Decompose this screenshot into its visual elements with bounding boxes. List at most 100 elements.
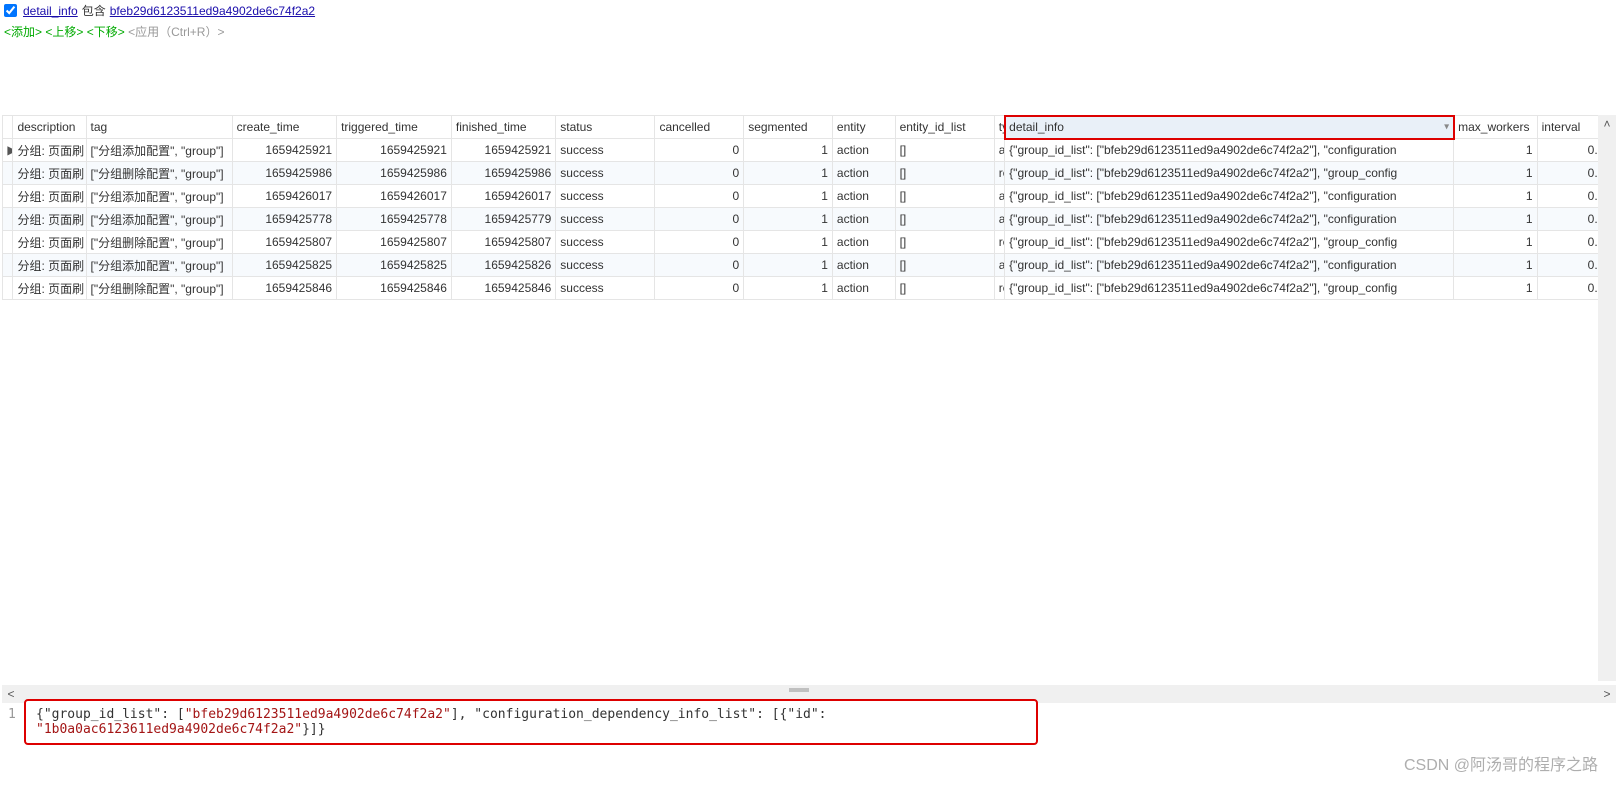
cell-tag[interactable]: ["分组删除配置", "group"] <box>86 162 232 185</box>
cell-entity[interactable]: action <box>832 231 895 254</box>
cell-status[interactable]: success <box>556 277 655 300</box>
cell-cancelled[interactable]: 0 <box>655 162 744 185</box>
cell-triggered_time[interactable]: 1659426017 <box>337 185 452 208</box>
cell-entity[interactable]: action <box>832 277 895 300</box>
cell-tag[interactable]: ["分组添加配置", "group"] <box>86 185 232 208</box>
cell-tag[interactable]: ["分组添加配置", "group"] <box>86 208 232 231</box>
cell-ptr[interactable] <box>3 231 13 254</box>
cell-create_time[interactable]: 1659425921 <box>232 139 336 162</box>
cell-description[interactable]: 分组: 页面刷 <box>13 231 86 254</box>
cell-create_time[interactable]: 1659425807 <box>232 231 336 254</box>
cell-entity_id_list[interactable]: [] <box>895 185 994 208</box>
apply-action[interactable]: <应用（Ctrl+R）> <box>128 25 224 39</box>
cell-type_col[interactable]: ad <box>994 254 1004 277</box>
cell-max_workers[interactable]: 1 <box>1454 277 1538 300</box>
cell-segmented[interactable]: 1 <box>744 162 833 185</box>
cell-cancelled[interactable]: 0 <box>655 185 744 208</box>
column-header-segmented[interactable]: segmented <box>744 116 833 139</box>
cell-tag[interactable]: ["分组删除配置", "group"] <box>86 231 232 254</box>
cell-type_col[interactable]: ad <box>994 185 1004 208</box>
cell-cancelled[interactable]: 0 <box>655 139 744 162</box>
cell-max_workers[interactable]: 1 <box>1454 208 1538 231</box>
cell-entity[interactable]: action <box>832 185 895 208</box>
column-header-tag[interactable]: tag <box>86 116 232 139</box>
cell-status[interactable]: success <box>556 185 655 208</box>
cell-finished_time[interactable]: 1659426017 <box>451 185 555 208</box>
vertical-scrollbar[interactable]: ˄ <box>1598 115 1616 681</box>
cell-ptr[interactable] <box>3 185 13 208</box>
cell-entity[interactable]: action <box>832 162 895 185</box>
cell-detail_info[interactable]: {"group_id_list": ["bfeb29d6123511ed9a49… <box>1005 139 1454 162</box>
cell-finished_time[interactable]: 1659425921 <box>451 139 555 162</box>
cell-finished_time[interactable]: 1659425846 <box>451 277 555 300</box>
cell-finished_time[interactable]: 1659425779 <box>451 208 555 231</box>
cell-entity_id_list[interactable]: [] <box>895 254 994 277</box>
cell-segmented[interactable]: 1 <box>744 277 833 300</box>
column-header-entity[interactable]: entity <box>832 116 895 139</box>
cell-tag[interactable]: ["分组添加配置", "group"] <box>86 254 232 277</box>
cell-description[interactable]: 分组: 页面刷 <box>13 208 86 231</box>
table-row[interactable]: 分组: 页面刷["分组添加配置", "group"]16594260171659… <box>3 185 1616 208</box>
add-action[interactable]: <添加> <box>4 25 42 39</box>
scroll-left-icon[interactable]: < <box>2 685 20 703</box>
filter-value-link[interactable]: bfeb29d6123511ed9a4902de6c74f2a2 <box>110 4 315 18</box>
cell-triggered_time[interactable]: 1659425778 <box>337 208 452 231</box>
cell-create_time[interactable]: 1659425986 <box>232 162 336 185</box>
cell-max_workers[interactable]: 1 <box>1454 254 1538 277</box>
cell-cancelled[interactable]: 0 <box>655 254 744 277</box>
cell-status[interactable]: success <box>556 208 655 231</box>
cell-segmented[interactable]: 1 <box>744 254 833 277</box>
scroll-up-icon[interactable]: ˄ <box>1598 115 1616 133</box>
cell-triggered_time[interactable]: 1659425807 <box>337 231 452 254</box>
cell-entity_id_list[interactable]: [] <box>895 162 994 185</box>
cell-max_workers[interactable]: 1 <box>1454 231 1538 254</box>
cell-create_time[interactable]: 1659425778 <box>232 208 336 231</box>
table-row[interactable]: ▶分组: 页面刷["分组添加配置", "group"]1659425921165… <box>3 139 1616 162</box>
filter-field-link[interactable]: detail_info <box>23 4 78 18</box>
cell-triggered_time[interactable]: 1659425846 <box>337 277 452 300</box>
move-down-action[interactable]: <下移> <box>87 25 125 39</box>
cell-triggered_time[interactable]: 1659425825 <box>337 254 452 277</box>
table-row[interactable]: 分组: 页面刷["分组添加配置", "group"]16594257781659… <box>3 208 1616 231</box>
cell-ptr[interactable] <box>3 208 13 231</box>
cell-description[interactable]: 分组: 页面刷 <box>13 254 86 277</box>
column-header-status[interactable]: status <box>556 116 655 139</box>
cell-segmented[interactable]: 1 <box>744 208 833 231</box>
cell-segmented[interactable]: 1 <box>744 139 833 162</box>
scroll-right-icon[interactable]: > <box>1598 685 1616 703</box>
cell-cancelled[interactable]: 0 <box>655 231 744 254</box>
cell-status[interactable]: success <box>556 162 655 185</box>
cell-triggered_time[interactable]: 1659425921 <box>337 139 452 162</box>
cell-detail_info[interactable]: {"group_id_list": ["bfeb29d6123511ed9a49… <box>1005 208 1454 231</box>
column-header-finished_time[interactable]: finished_time <box>451 116 555 139</box>
cell-description[interactable]: 分组: 页面刷 <box>13 162 86 185</box>
cell-tag[interactable]: ["分组添加配置", "group"] <box>86 139 232 162</box>
cell-create_time[interactable]: 1659425825 <box>232 254 336 277</box>
cell-triggered_time[interactable]: 1659425986 <box>337 162 452 185</box>
cell-entity[interactable]: action <box>832 208 895 231</box>
cell-max_workers[interactable]: 1 <box>1454 185 1538 208</box>
cell-cancelled[interactable]: 0 <box>655 277 744 300</box>
move-up-action[interactable]: <上移> <box>45 25 83 39</box>
cell-cancelled[interactable]: 0 <box>655 208 744 231</box>
cell-ptr[interactable]: ▶ <box>3 139 13 162</box>
table-row[interactable]: 分组: 页面刷["分组删除配置", "group"]16594258071659… <box>3 231 1616 254</box>
cell-create_time[interactable]: 1659425846 <box>232 277 336 300</box>
cell-finished_time[interactable]: 1659425986 <box>451 162 555 185</box>
column-header-detail_info[interactable]: detail_info▾ <box>1005 116 1454 139</box>
cell-description[interactable]: 分组: 页面刷 <box>13 277 86 300</box>
cell-detail_info[interactable]: {"group_id_list": ["bfeb29d6123511ed9a49… <box>1005 231 1454 254</box>
cell-finished_time[interactable]: 1659425807 <box>451 231 555 254</box>
column-header-max_workers[interactable]: max_workers <box>1454 116 1538 139</box>
cell-entity_id_list[interactable]: [] <box>895 231 994 254</box>
cell-description[interactable]: 分组: 页面刷 <box>13 139 86 162</box>
filter-enable-checkbox[interactable] <box>4 4 17 17</box>
column-header-ptr[interactable] <box>3 116 13 139</box>
cell-max_workers[interactable]: 1 <box>1454 162 1538 185</box>
cell-type_col[interactable]: re <box>994 277 1004 300</box>
cell-finished_time[interactable]: 1659425826 <box>451 254 555 277</box>
table-row[interactable]: 分组: 页面刷["分组删除配置", "group"]16594259861659… <box>3 162 1616 185</box>
column-header-type_col[interactable]: ty <box>994 116 1004 139</box>
cell-status[interactable]: success <box>556 231 655 254</box>
cell-entity_id_list[interactable]: [] <box>895 208 994 231</box>
